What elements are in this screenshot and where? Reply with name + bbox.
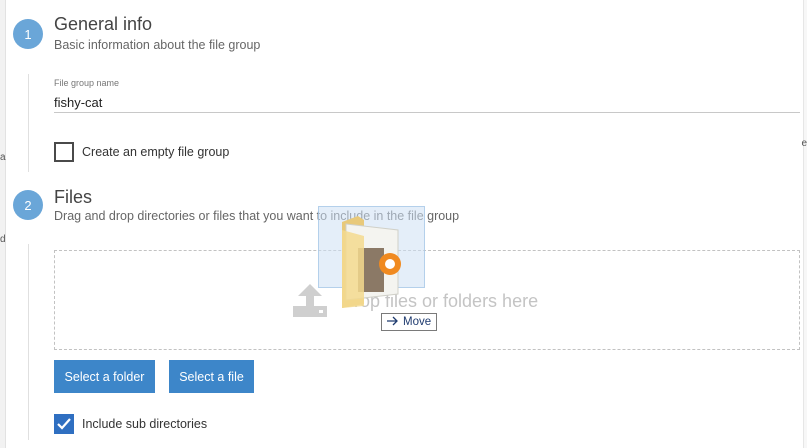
select-folder-button[interactable]: Select a folder <box>54 360 155 393</box>
upload-icon <box>291 282 329 323</box>
step-2-title: Files <box>54 187 93 207</box>
step-1-badge: 1 <box>13 19 43 49</box>
create-empty-group-label: Create an empty file group <box>82 145 230 159</box>
step-1-connector <box>28 74 29 172</box>
file-group-name-label: File group name <box>54 78 120 88</box>
background-window-right-edge <box>803 0 807 448</box>
create-empty-group-checkbox[interactable] <box>54 142 74 162</box>
step-2-badge: 2 <box>13 190 43 220</box>
step-1-subtitle: Basic information about the file group <box>54 38 261 52</box>
include-subdirs-label: Include sub directories <box>82 417 208 431</box>
checkmark-icon <box>57 418 71 430</box>
step-2-connector <box>28 244 29 440</box>
arrow-right-icon <box>387 316 399 329</box>
background-text-fragment: a <box>0 152 6 163</box>
move-tooltip-label: Move <box>403 316 432 328</box>
file-group-name-input[interactable] <box>54 93 800 113</box>
step-1-title: General info <box>54 14 153 34</box>
background-text-fragment: e <box>801 138 807 149</box>
dragged-folder-icon <box>336 212 406 317</box>
background-text-fragment: d <box>0 234 6 245</box>
include-subdirs-checkbox[interactable] <box>54 414 74 434</box>
background-window-left-edge <box>0 0 6 448</box>
move-tooltip: Move <box>381 313 438 331</box>
select-file-button[interactable]: Select a file <box>169 360 254 393</box>
